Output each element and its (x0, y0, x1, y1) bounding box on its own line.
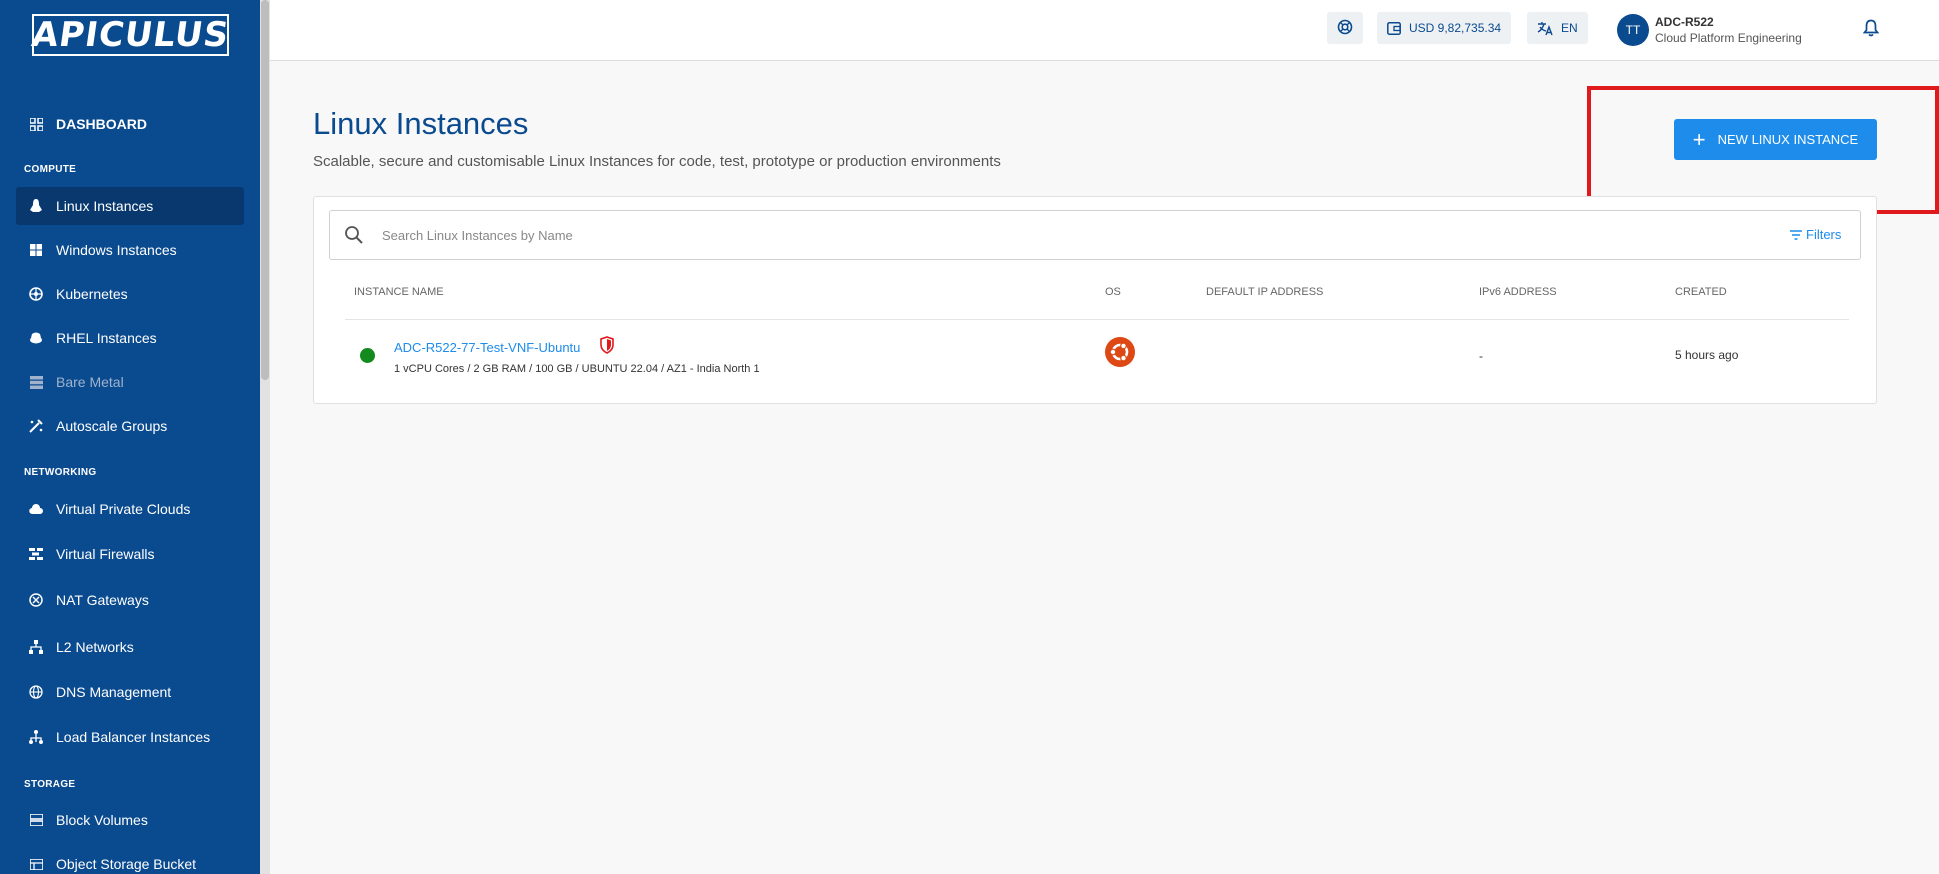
linux-icon (28, 198, 44, 214)
section-label-storage: STORAGE (24, 779, 76, 790)
translate-icon (1537, 21, 1553, 36)
filters-button[interactable]: Filters (1790, 227, 1841, 242)
sidebar-item-label: L2 Networks (56, 639, 134, 655)
sidebar-item-label: Load Balancer Instances (56, 729, 211, 745)
load-balancer-icon (28, 729, 44, 745)
table-header-divider (345, 319, 1849, 320)
sidebar-item-kubernetes[interactable]: Kubernetes (16, 275, 244, 313)
column-header-created[interactable]: CREATED (1675, 286, 1727, 298)
sidebar-item-linux-instances[interactable]: Linux Instances (16, 187, 244, 225)
user-name[interactable]: ADC-R522 (1655, 15, 1714, 29)
sidebar: APICULUS DASHBOARD COMPUTE Linux Instanc… (0, 0, 260, 874)
sidebar-scrollbar[interactable] (260, 0, 270, 874)
new-linux-instance-button[interactable]: + NEW LINUX INSTANCE (1674, 119, 1877, 160)
lifebuoy-icon (1337, 19, 1353, 38)
sidebar-item-rhel-instances[interactable]: RHEL Instances (16, 319, 244, 357)
firewall-icon (28, 546, 44, 562)
sidebar-item-nat-gateways[interactable]: NAT Gateways (16, 581, 244, 619)
sidebar-item-label: DNS Management (56, 684, 172, 700)
sidebar-item-windows-instances[interactable]: Windows Instances (16, 231, 244, 269)
bell-icon (1862, 19, 1880, 42)
sidebar-item-label: Windows Instances (56, 242, 177, 258)
sidebar-item-label: Linux Instances (56, 198, 154, 214)
apiculus-logo[interactable]: APICULUS (29, 14, 232, 56)
autoscale-icon (28, 418, 44, 434)
ubuntu-icon (1105, 337, 1135, 367)
notifications-button[interactable] (1857, 16, 1885, 44)
new-linux-instance-label: NEW LINUX INSTANCE (1717, 132, 1859, 147)
support-button[interactable] (1327, 12, 1363, 44)
sidebar-item-label: RHEL Instances (56, 330, 157, 346)
column-header-instance-name[interactable]: INSTANCE NAME (354, 286, 444, 298)
globe-icon (28, 684, 44, 700)
sidebar-item-label: Kubernetes (56, 286, 128, 302)
rhel-icon (28, 330, 44, 346)
language-code: EN (1561, 21, 1578, 35)
shield-icon (600, 336, 614, 354)
sidebar-item-block-volumes[interactable]: Block Volumes (16, 801, 244, 839)
sidebar-item-virtual-firewalls[interactable]: Virtual Firewalls (16, 535, 244, 573)
sidebar-item-dns-management[interactable]: DNS Management (16, 673, 244, 711)
sidebar-item-label: Object Storage Bucket (56, 856, 197, 872)
page-subtitle: Scalable, secure and customisable Linux … (313, 153, 1001, 170)
sidebar-item-label: Block Volumes (56, 812, 148, 828)
sidebar-item-label: Virtual Firewalls (56, 546, 155, 562)
created-time: 5 hours ago (1675, 348, 1739, 362)
search-icon (343, 224, 365, 246)
sidebar-item-label: Virtual Private Clouds (56, 501, 191, 517)
dashboard-icon (28, 116, 44, 132)
language-button[interactable]: EN (1527, 12, 1588, 44)
instance-name-link[interactable]: ADC-R522-77-Test-VNF-Ubuntu (394, 340, 580, 355)
block-volume-icon (28, 812, 44, 828)
network-icon (28, 639, 44, 655)
ipv6-address: - (1479, 349, 1483, 363)
bucket-icon (28, 856, 44, 872)
search-input[interactable] (382, 222, 1782, 248)
sidebar-item-virtual-private-clouds[interactable]: Virtual Private Clouds (16, 490, 244, 528)
instance-spec: 1 vCPU Cores / 2 GB RAM / 100 GB / UBUNT… (394, 363, 760, 375)
sidebar-item-dashboard[interactable]: DASHBOARD (16, 105, 244, 143)
cloud-icon (28, 501, 44, 517)
user-organization: Cloud Platform Engineering (1655, 31, 1802, 45)
wallet-balance-button[interactable]: USD 9,82,735.34 (1377, 12, 1512, 44)
windows-icon (28, 242, 44, 258)
sidebar-item-label: NAT Gateways (56, 592, 149, 608)
sidebar-item-object-storage-bucket[interactable]: Object Storage Bucket (16, 845, 244, 874)
sidebar-item-label: Autoscale Groups (56, 418, 168, 434)
column-header-default-ip[interactable]: DEFAULT IP ADDRESS (1206, 286, 1323, 298)
sidebar-scrollbar-thumb[interactable] (261, 0, 269, 380)
sidebar-item-label: Bare Metal (56, 374, 124, 390)
column-header-ipv6[interactable]: IPv6 ADDRESS (1479, 286, 1557, 298)
sidebar-item-bare-metal[interactable]: Bare Metal (16, 363, 244, 401)
filter-icon (1790, 229, 1806, 240)
wallet-icon (1387, 21, 1401, 35)
section-label-networking: NETWORKING (24, 467, 97, 478)
sidebar-item-label: DASHBOARD (56, 116, 147, 132)
kubernetes-icon (28, 286, 44, 302)
avatar[interactable]: TT (1617, 14, 1649, 46)
plus-icon: + (1692, 126, 1706, 152)
sidebar-item-l2-networks[interactable]: L2 Networks (16, 628, 244, 666)
gateway-icon (28, 592, 44, 608)
balance-amount: USD 9,82,735.34 (1409, 21, 1502, 35)
sidebar-item-load-balancer-instances[interactable]: Load Balancer Instances (16, 718, 244, 756)
status-indicator (360, 348, 375, 363)
filters-label: Filters (1806, 227, 1842, 242)
section-label-compute: COMPUTE (24, 164, 77, 175)
server-icon (28, 374, 44, 390)
sidebar-item-autoscale-groups[interactable]: Autoscale Groups (16, 407, 244, 445)
column-header-os[interactable]: OS (1105, 286, 1121, 298)
page-title: Linux Instances (313, 106, 529, 141)
